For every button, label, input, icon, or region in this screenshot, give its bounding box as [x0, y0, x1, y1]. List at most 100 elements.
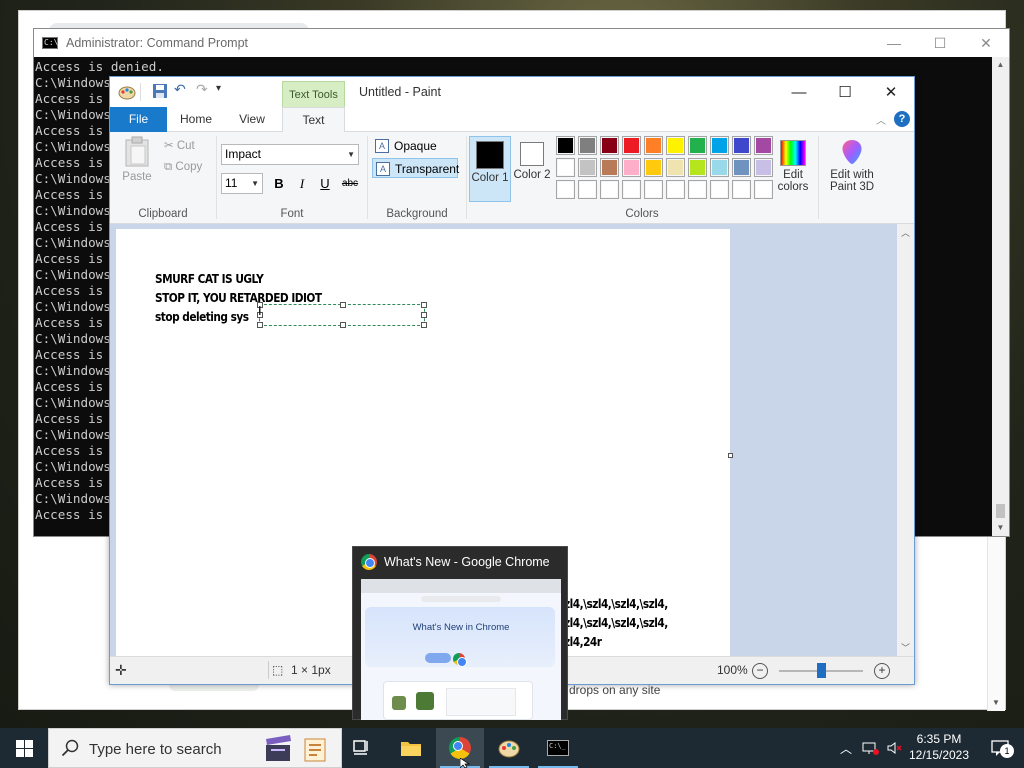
scroll-down-icon[interactable]: ﹀	[901, 641, 910, 654]
palette-swatch[interactable]	[666, 136, 685, 155]
palette-swatch[interactable]	[754, 180, 773, 199]
ribbon-separator	[818, 136, 819, 219]
notification-center-button[interactable]: 1	[980, 728, 1020, 768]
tab-file[interactable]: File	[110, 107, 167, 132]
palette-swatch[interactable]	[556, 136, 575, 155]
customize-qat-icon[interactable]: ▾	[216, 83, 221, 94]
palette-swatch[interactable]	[710, 180, 729, 199]
palette-swatch[interactable]	[732, 180, 751, 199]
palette-swatch[interactable]	[600, 136, 619, 155]
strikethrough-button[interactable]: abc	[338, 174, 362, 194]
palette-swatch[interactable]	[556, 158, 575, 177]
taskbar-file-explorer[interactable]	[387, 728, 435, 768]
cmd-maximize-button[interactable]: ☐	[917, 29, 963, 57]
tab-view[interactable]: View	[228, 107, 276, 132]
cmd-title-bar[interactable]: C:\ Administrator: Command Prompt — ☐ ✕	[34, 29, 1009, 57]
task-view-button[interactable]	[338, 728, 386, 768]
palette-swatch[interactable]	[622, 136, 641, 155]
canvas-resize-handle[interactable]	[728, 453, 733, 458]
paint-minimize-button[interactable]: —	[776, 77, 822, 107]
paste-button[interactable]: Paste	[122, 136, 152, 183]
palette-swatch[interactable]	[666, 180, 685, 199]
palette-swatch[interactable]	[710, 158, 729, 177]
palette-swatch[interactable]	[688, 136, 707, 155]
cmd-scrollbar[interactable]: ▲ ▼	[992, 57, 1009, 536]
edit-paint3d-button[interactable]: Edit with Paint 3D	[824, 136, 880, 202]
show-hidden-icons-button[interactable]: ︿	[836, 728, 856, 768]
palette-swatch[interactable]	[600, 180, 619, 199]
palette-swatch[interactable]	[556, 180, 575, 199]
palette-swatch[interactable]	[732, 158, 751, 177]
taskbar-paint[interactable]	[485, 728, 533, 768]
zoom-out-button[interactable]: −	[752, 663, 768, 679]
transparent-option[interactable]: A Transparent	[372, 158, 459, 178]
start-button[interactable]	[0, 728, 48, 768]
underline-button[interactable]: U	[315, 174, 335, 194]
scroll-up-icon[interactable]: ︿	[901, 226, 910, 239]
edit-colors-button[interactable]: Edit colors	[774, 136, 812, 202]
tab-text[interactable]: Text	[282, 107, 345, 133]
copy-button[interactable]: ⧉ Copy	[164, 161, 202, 174]
palette-swatch[interactable]	[644, 136, 663, 155]
palette-swatch[interactable]	[578, 158, 597, 177]
cmd-minimize-button[interactable]: —	[871, 29, 917, 57]
tab-home[interactable]: Home	[172, 107, 220, 132]
cmd-scroll-thumb[interactable]	[996, 504, 1005, 518]
palette-swatch[interactable]	[644, 158, 663, 177]
palette-swatch[interactable]	[622, 180, 641, 199]
canvas-scrollbar[interactable]: ︿ ﹀	[897, 224, 914, 656]
palette-swatch[interactable]	[688, 180, 707, 199]
transparent-icon: A	[376, 162, 390, 176]
thumb-card	[383, 681, 533, 720]
palette-swatch[interactable]	[578, 136, 597, 155]
network-icon[interactable]	[858, 728, 882, 768]
font-size-select[interactable]: 11 ▼	[221, 173, 263, 194]
palette-swatch[interactable]	[754, 136, 773, 155]
redo-icon[interactable]: ↷	[196, 81, 208, 98]
save-icon[interactable]	[152, 83, 168, 99]
text-selection-box[interactable]	[257, 302, 427, 328]
clapperboard-icon	[266, 735, 291, 761]
bold-button[interactable]: B	[269, 174, 289, 194]
collapse-ribbon-icon[interactable]: ︿	[876, 112, 886, 127]
palette-swatch[interactable]	[666, 158, 685, 177]
resize-handle[interactable]	[340, 302, 346, 308]
palette-swatch[interactable]	[688, 158, 707, 177]
paint-maximize-button[interactable]: ☐	[822, 77, 868, 107]
palette-swatch[interactable]	[622, 158, 641, 177]
opaque-option[interactable]: A Opaque	[372, 136, 462, 156]
preview-screenshot[interactable]: What's New in Chrome	[361, 579, 561, 720]
help-icon[interactable]: ?	[894, 111, 910, 127]
palette-swatch[interactable]	[600, 158, 619, 177]
canvas-text-line: STOP IT, YOU RETARDED IDIOT	[155, 291, 322, 305]
resize-handle[interactable]	[421, 312, 427, 318]
resize-handle[interactable]	[340, 322, 346, 328]
palette-swatch[interactable]	[578, 180, 597, 199]
cmd-close-button[interactable]: ✕	[963, 29, 1009, 57]
color2-button[interactable]: Color 2	[511, 136, 553, 202]
resize-handle[interactable]	[257, 322, 263, 328]
scroll-up-icon[interactable]: ▲	[992, 57, 1009, 73]
palette-swatch[interactable]	[710, 136, 729, 155]
taskbar-clock[interactable]: 6:35 PM 12/15/2023	[900, 731, 978, 763]
paint-close-button[interactable]: ✕	[868, 77, 914, 107]
resize-handle[interactable]	[421, 302, 427, 308]
resize-handle[interactable]	[421, 322, 427, 328]
undo-icon[interactable]: ↶	[174, 81, 186, 98]
palette-swatch[interactable]	[644, 180, 663, 199]
font-family-select[interactable]: Impact ▼	[221, 144, 359, 165]
cut-button[interactable]: ✂ Cut	[164, 138, 195, 152]
italic-button[interactable]: I	[292, 174, 312, 194]
chrome-thumbnail-preview[interactable]: What's New - Google Chrome What's New in…	[352, 546, 568, 720]
ribbon: Paste ✂ Cut ⧉ Copy Clipboard Impact ▼ 11 ▼…	[110, 132, 914, 224]
color1-button[interactable]: Color 1	[469, 136, 511, 202]
chrome-icon	[449, 737, 471, 759]
palette-swatch[interactable]	[732, 136, 751, 155]
taskbar-command-prompt[interactable]: C:\_	[534, 728, 582, 768]
taskbar-search-box[interactable]: Type here to search	[48, 728, 342, 768]
zoom-in-button[interactable]: +	[874, 663, 890, 679]
scroll-down-icon[interactable]: ▼	[992, 520, 1009, 536]
paint-title-bar[interactable]: ↶ ↷ ▾ Text Tools Untitled - Paint — ☐ ✕	[110, 77, 914, 107]
zoom-slider-thumb[interactable]	[817, 663, 826, 678]
palette-swatch[interactable]	[754, 158, 773, 177]
